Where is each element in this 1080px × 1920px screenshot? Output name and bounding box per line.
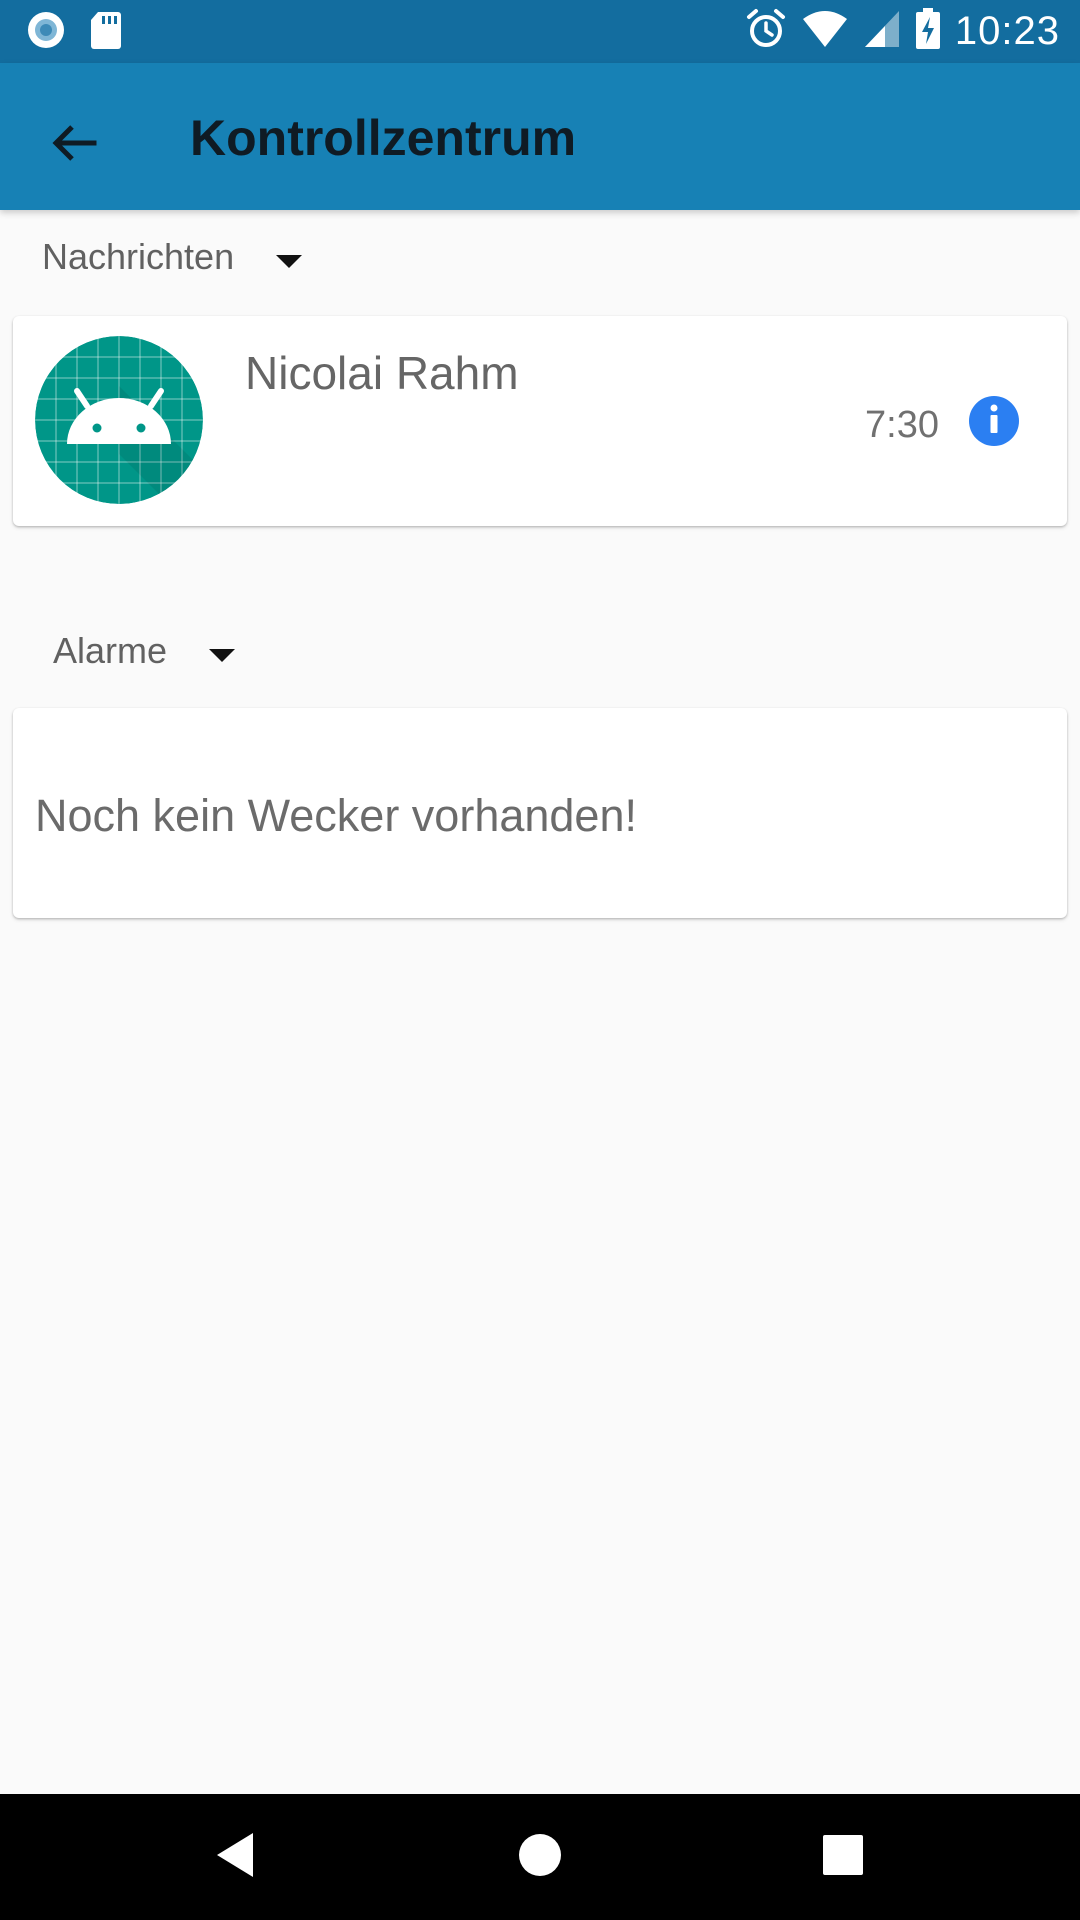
app-bar: Kontrollzentrum [0, 63, 1080, 210]
empty-alarms-message: Noch kein Wecker vorhanden! [35, 790, 637, 841]
info-icon [987, 404, 1001, 439]
messages-section-label: Nachrichten [42, 236, 235, 277]
nav-recents-button[interactable] [810, 1824, 876, 1890]
nav-home-button[interactable] [507, 1824, 573, 1890]
status-time: 10:23 [954, 9, 1060, 53]
chevron-down-icon [274, 236, 304, 278]
chevron-down-icon [207, 630, 237, 672]
nav-recents-icon [823, 1834, 863, 1880]
cell-signal-icon [863, 9, 901, 54]
alarms-section-label: Alarme [53, 630, 168, 671]
arrow-back-icon [50, 119, 98, 172]
sd-card-icon [90, 10, 122, 55]
back-button[interactable] [34, 105, 114, 185]
navigation-bar [0, 1794, 1080, 1920]
alarm-icon [745, 8, 787, 55]
page-title: Kontrollzentrum [190, 110, 577, 166]
status-bar: 10:23 [0, 0, 1080, 63]
contact-name: Nicolai Rahm [245, 347, 519, 399]
alarms-section-toggle[interactable]: Alarme [53, 630, 237, 672]
nav-back-button[interactable] [202, 1824, 268, 1890]
nav-home-icon [518, 1833, 562, 1882]
record-icon [26, 10, 66, 55]
message-time: 7:30 [865, 404, 939, 446]
nav-back-icon [213, 1831, 257, 1884]
message-card[interactable]: Nicolai Rahm 7:30 [13, 316, 1067, 526]
battery-charging-icon [915, 8, 941, 55]
info-button[interactable] [969, 396, 1019, 446]
messages-section-toggle[interactable]: Nachrichten [42, 236, 304, 278]
android-icon [35, 336, 203, 504]
alarm-empty-card: Noch kein Wecker vorhanden! [13, 708, 1067, 918]
wifi-icon [801, 9, 849, 54]
